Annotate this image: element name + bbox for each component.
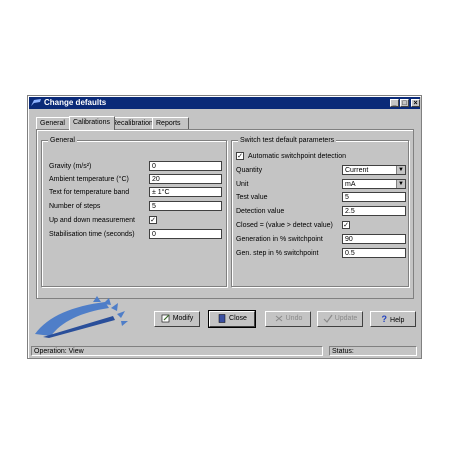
number-of-steps-input[interactable]: 5 bbox=[149, 201, 222, 211]
minimize-button[interactable]: _ bbox=[390, 99, 399, 107]
undo-label: Undo bbox=[285, 315, 303, 322]
test-value-label: Test value bbox=[236, 194, 268, 201]
switch-test-group: Switch test default parameters ✓ Automat… bbox=[231, 136, 409, 287]
unit-select[interactable]: mA ▼ bbox=[342, 179, 406, 189]
operation-pane: Operation: View bbox=[31, 346, 323, 356]
auto-switchpoint-checkbox[interactable]: ✓ bbox=[236, 152, 244, 160]
temperature-band-input[interactable]: ± 1°C bbox=[149, 187, 222, 197]
status-pane: Status: bbox=[329, 346, 417, 356]
detection-value-label: Detection value bbox=[236, 208, 285, 215]
stabilisation-time-label: Stabilisation time (seconds) bbox=[49, 231, 135, 238]
help-label: Help bbox=[390, 317, 405, 324]
change-defaults-window: Change defaults _ □ × General Calibratio… bbox=[27, 95, 422, 359]
general-group: General Gravity (m/s²) 0 Ambient tempera… bbox=[41, 136, 227, 287]
chevron-down-icon[interactable]: ▼ bbox=[396, 180, 405, 188]
modify-label: Modify bbox=[172, 315, 194, 322]
generation-label: Generation in % switchpoint bbox=[236, 236, 323, 243]
maximize-button[interactable]: □ bbox=[400, 99, 409, 107]
stabilisation-row: Stabilisation time (seconds) 0 bbox=[49, 229, 224, 240]
closed-row: Closed = (value > detect value) ✓ bbox=[236, 220, 406, 231]
test-value-input[interactable]: 5 bbox=[342, 192, 406, 202]
closed-checkbox[interactable]: ✓ bbox=[342, 221, 350, 229]
close-label: Close bbox=[229, 315, 247, 322]
quantity-label: Quantity bbox=[236, 167, 263, 174]
tempband-row: Text for temperature band ± 1°C bbox=[49, 187, 224, 198]
app-icon bbox=[31, 99, 41, 106]
gauge-logo-icon bbox=[35, 296, 128, 338]
status-bar: Operation: View Status: bbox=[29, 346, 420, 357]
switch-test-group-title: Switch test default parameters bbox=[238, 136, 337, 145]
undo-icon bbox=[275, 315, 282, 322]
generation-row: Generation in % switchpoint 90 bbox=[236, 234, 406, 245]
steps-row: Number of steps 5 bbox=[49, 201, 224, 212]
up-down-measurement-label: Up and down measurement bbox=[49, 217, 135, 224]
stabilisation-time-input[interactable]: 0 bbox=[149, 229, 222, 239]
tab-reports[interactable]: Reports bbox=[152, 117, 189, 129]
quantity-row: Quantity Current ▼ bbox=[236, 165, 406, 176]
auto-detect-row: ✓ Automatic switchpoint detection bbox=[236, 151, 406, 162]
window-title: Change defaults bbox=[44, 98, 107, 107]
updown-row: Up and down measurement ✓ bbox=[49, 215, 224, 226]
gravity-row: Gravity (m/s²) 0 bbox=[49, 161, 224, 172]
unit-label: Unit bbox=[236, 181, 249, 188]
gravity-label: Gravity (m/s²) bbox=[49, 163, 92, 170]
number-of-steps-label: Number of steps bbox=[49, 203, 101, 210]
gravity-input[interactable]: 0 bbox=[149, 161, 222, 171]
temperature-band-label: Text for temperature band bbox=[49, 189, 130, 196]
operation-label: Operation: bbox=[34, 348, 67, 355]
status-label: Status: bbox=[332, 348, 354, 355]
ambient-row: Ambient temperature (°C) 20 bbox=[49, 174, 224, 185]
auto-switchpoint-label: Automatic switchpoint detection bbox=[248, 153, 347, 160]
detection-value-row: Detection value 2.5 bbox=[236, 206, 406, 217]
help-button[interactable]: ? Help bbox=[370, 311, 416, 327]
operation-value: View bbox=[68, 348, 84, 355]
close-button[interactable]: Close bbox=[208, 310, 256, 328]
quantity-select[interactable]: Current ▼ bbox=[342, 165, 406, 175]
unit-row: Unit mA ▼ bbox=[236, 179, 406, 190]
update-button[interactable]: Update bbox=[317, 311, 363, 327]
update-label: Update bbox=[334, 315, 358, 322]
unit-value: mA bbox=[345, 181, 356, 188]
test-value-row: Test value 5 bbox=[236, 192, 406, 203]
gen-step-row: Gen. step in % switchpoint 0.5 bbox=[236, 248, 406, 259]
chevron-down-icon[interactable]: ▼ bbox=[396, 166, 405, 174]
detection-value-input[interactable]: 2.5 bbox=[342, 206, 406, 216]
closed-label: Closed = (value > detect value) bbox=[236, 222, 333, 229]
door-icon bbox=[218, 313, 226, 323]
help-icon: ? bbox=[381, 314, 388, 324]
undo-button[interactable]: Undo bbox=[265, 311, 311, 327]
close-window-button[interactable]: × bbox=[411, 99, 420, 107]
update-icon bbox=[323, 314, 333, 323]
quantity-value: Current bbox=[345, 167, 369, 174]
calibrations-panel: General Gravity (m/s²) 0 Ambient tempera… bbox=[36, 129, 414, 299]
modify-button[interactable]: Modify bbox=[154, 311, 200, 327]
gen-step-label: Gen. step in % switchpoint bbox=[236, 250, 319, 257]
general-group-title: General bbox=[48, 136, 77, 145]
gen-step-input[interactable]: 0.5 bbox=[342, 248, 406, 258]
tab-calibrations[interactable]: Calibrations bbox=[69, 116, 115, 130]
title-bar[interactable]: Change defaults _ □ × bbox=[29, 97, 420, 109]
generation-input[interactable]: 90 bbox=[342, 234, 406, 244]
ambient-temperature-input[interactable]: 20 bbox=[149, 174, 222, 184]
up-down-measurement-checkbox[interactable]: ✓ bbox=[149, 216, 157, 224]
modify-icon bbox=[161, 314, 170, 322]
ambient-temperature-label: Ambient temperature (°C) bbox=[49, 176, 129, 183]
